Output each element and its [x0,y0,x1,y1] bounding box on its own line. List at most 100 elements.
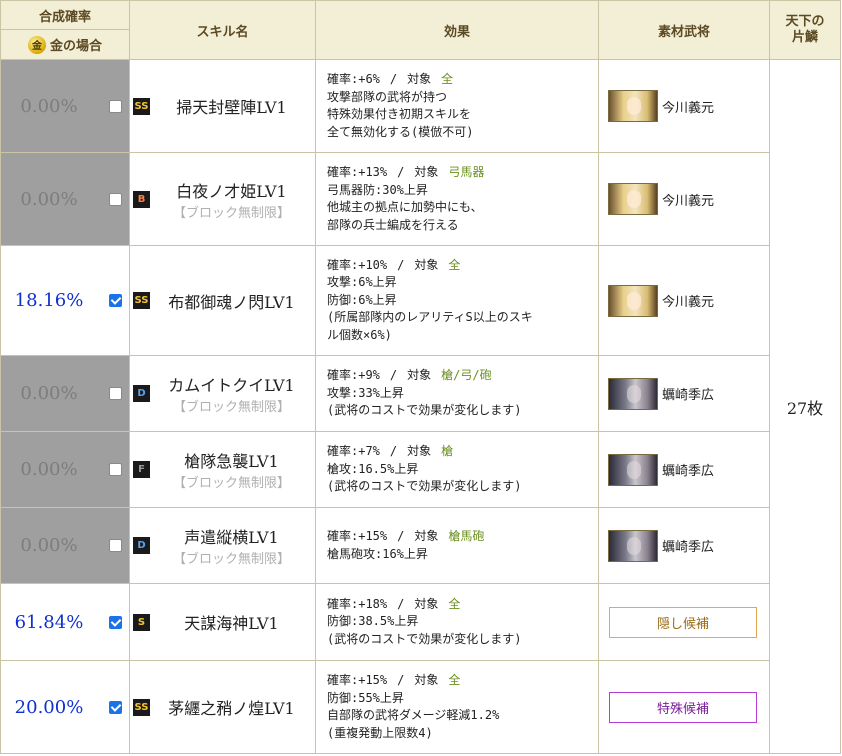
general-portrait[interactable] [608,453,658,486]
skill-name: 布都御魂ノ閃LV1 [168,292,295,312]
block-note: 【ブロック無制限】 [172,552,290,567]
material-cell: 蠣崎季広 [599,356,770,432]
material-cell: 特殊候補 [599,661,770,754]
hidden-candidate-button[interactable]: 隠し候補 [609,606,757,638]
portrait-face [627,190,641,208]
header-effect-label: 効果 [443,24,470,40]
portrait-face [627,460,641,479]
skill-name: カムイトクイLV1 [168,376,295,395]
skill-checkbox[interactable] [109,463,122,476]
effect-target-label: 対象 [414,529,439,543]
general-name: 今川義元 [662,295,715,310]
effect-cell: 確率:+15% / 対象 槍馬砲 槍馬砲攻:16%上昇 [316,508,599,584]
skill-name: 声遣縦横LV1 [184,528,279,547]
probability-cell: 0.00% [0,153,130,246]
effect-line: 攻撃:33%上昇 [327,385,404,400]
effect-target: 全 [448,596,461,611]
probability-value: 0.00% [20,383,78,404]
effect-cell: 確率:+9% / 対象 槍/弓/砲 攻撃:33%上昇 (武将のコストで効果が変化します) [316,356,599,432]
general-portrait[interactable] [608,284,658,317]
effect-line: 防御:6%上昇 [327,292,397,307]
effect-separator: / [397,257,405,272]
rank-badge: F [133,461,150,478]
skill-checkbox[interactable] [109,294,122,307]
effect-target: 槍/弓/砲 [441,368,492,383]
effect-line: 槍攻:16.5%上昇 [327,461,419,476]
fragments-cell: 27枚 [770,60,841,754]
skill-checkbox[interactable] [109,387,122,400]
effect-rate: 確率:+15% [327,673,388,687]
effect-separator: / [389,368,398,383]
effect-target: 全 [448,257,461,272]
portrait-face [627,97,641,115]
gold-coin-icon: 金 [27,35,46,54]
effect-target-label: 対象 [414,165,439,179]
probability-cell: 18.16% [0,246,130,356]
effect-target: 弓馬器 [448,165,485,179]
probability-cell: 61.84% [0,584,130,661]
effect-line: ル個数×6%) [327,327,392,342]
skill-name: 天謀海神LV1 [184,614,279,633]
general-name: 今川義元 [662,193,715,209]
rank-badge: SS [133,292,150,309]
portrait-face [627,384,641,403]
effect-line: (武将のコストで効果が変化します) [327,631,522,646]
block-note: 【ブロック無制限】 [172,205,290,221]
skill-synthesis-table: 合成確率 金金の場合 スキル名 効果 素材武将 天下の片鱗 27枚 0.00% S… [0,0,842,756]
general-portrait[interactable] [608,183,658,215]
fragments-value: 27枚 [786,398,824,418]
effect-separator: / [389,444,398,459]
effect-cell: 確率:+18% / 対象全防御:38.5%上昇 (武将のコストで効果が変化します) [316,584,599,661]
skill-checkbox[interactable] [109,539,122,552]
effect-line: 攻撃:6%上昇 [327,275,397,290]
general-portrait[interactable] [608,377,658,410]
effect-line: (武将のコストで効果が変化します) [327,403,522,418]
effect-target-label: 対象 [407,444,432,459]
header-gold-case: 金金の場合 [0,30,130,60]
general-name: 今川義元 [662,100,715,116]
effect-target: 全 [441,72,454,86]
effect-rate-line: 確率:+10% / 対象全 [327,257,598,275]
skill-checkbox[interactable] [109,700,122,714]
effect-rate: 確率:+15% [327,529,388,543]
effect-target: 槍馬砲 [448,529,485,543]
special-candidate-button[interactable]: 特殊候補 [609,691,757,723]
probability-value: 0.00% [20,95,78,117]
effect-rate: 確率:+10% [327,257,388,272]
effect-target-label: 対象 [407,72,432,86]
skill-name: 槍隊急襲LV1 [184,452,279,471]
effect-line: 全て無効化する(模倣不可) [327,124,474,139]
effect-rate: 確率:+6% [327,72,380,86]
skill-cell: SS 掃天封壁陣LV1 [130,60,316,153]
effect-cell: 確率:+7% / 対象槍槍攻:16.5%上昇 (武将のコストで効果が変化します) [316,432,599,508]
effect-line: (重複発動上限数4) [327,725,433,740]
probability-cell: 0.00% [0,432,130,508]
skill-checkbox[interactable] [109,192,122,206]
effect-cell: 確率:+13% / 対象 弓馬器 弓馬器防:30%上昇 他城主の拠点に加勢中にも、 部隊の兵… [316,153,599,246]
header-fragments: 天下の片鱗 [770,0,841,60]
material-cell: 隠し候補 [599,584,770,661]
block-note: 【ブロック無制限】 [172,400,290,415]
header-rate-label: 合成確率 [38,9,91,25]
skill-checkbox[interactable] [109,615,122,629]
rank-badge: D [133,385,150,402]
general-portrait[interactable] [608,529,658,562]
probability-value: 18.16% [14,290,84,311]
general-portrait[interactable] [608,90,658,122]
skill-name: 茅纒之矟ノ煌LV1 [168,699,295,718]
effect-separator: / [397,529,405,543]
skill-cell: S 天謀海神LV1 [130,584,316,661]
effect-rate: 確率:+13% [327,165,388,179]
header-material-label: 素材武将 [657,24,710,40]
rank-badge: SS [133,699,150,716]
effect-target: 槍 [441,444,454,459]
skill-checkbox[interactable] [109,99,122,113]
general-name: 蠣崎季広 [662,540,715,555]
rank-badge: D [133,537,150,554]
effect-line: (所属部隊内のレアリティS以上のスキ [327,310,533,325]
probability-cell: 20.00% [0,661,130,754]
effect-cell: 確率:+15% / 対象全防御:55%上昇 自部隊の武将ダメージ軽減1.2% (重複発動… [316,661,599,754]
portrait-face [627,291,641,310]
effect-line: (武将のコストで効果が変化します) [327,479,522,494]
skill-cell: SS 布都御魂ノ閃LV1 [130,246,316,356]
